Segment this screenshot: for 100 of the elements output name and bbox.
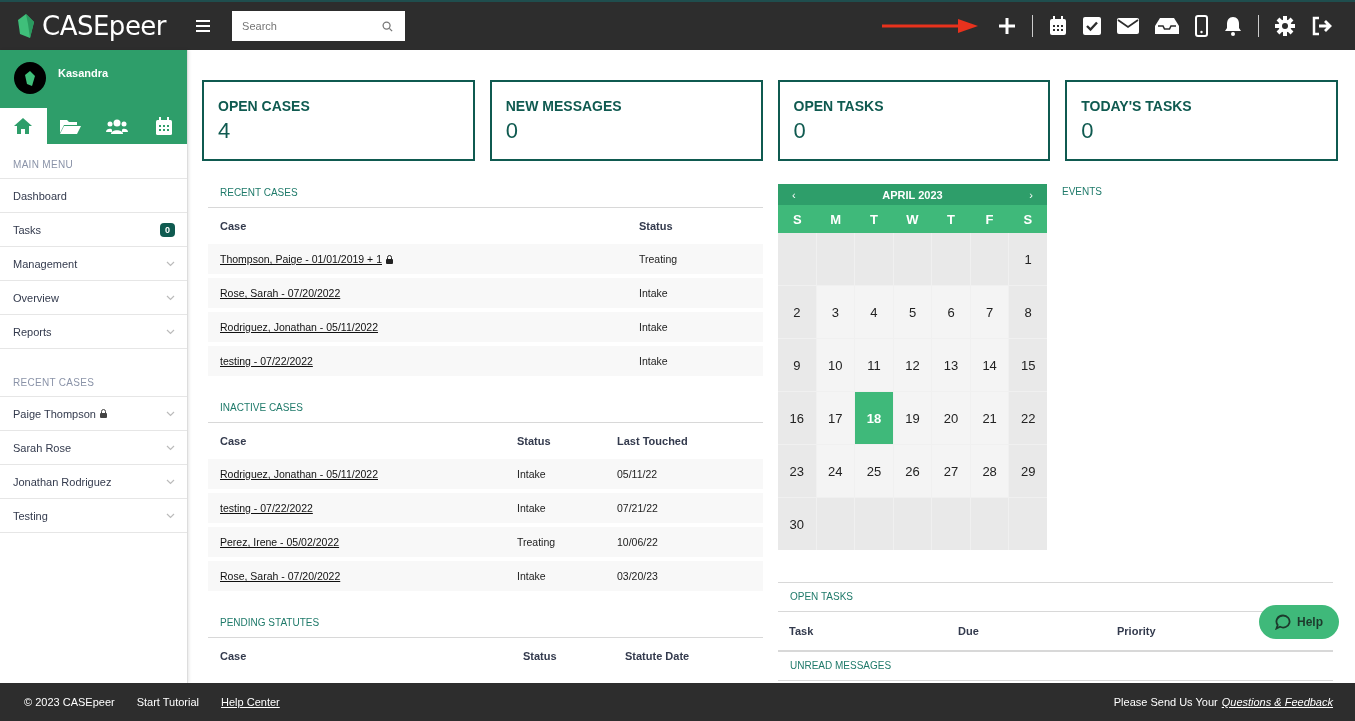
calendar-day[interactable]: 15 xyxy=(1009,339,1047,391)
calendar-day[interactable]: 8 xyxy=(1009,286,1047,338)
calendar-day[interactable]: 23 xyxy=(778,445,816,497)
stat-label: TODAY'S TASKS xyxy=(1081,98,1193,114)
chevron-icon xyxy=(166,294,175,301)
help-center-link[interactable]: Help Center xyxy=(221,696,280,708)
chevron-icon xyxy=(166,410,175,417)
inbox-icon[interactable] xyxy=(1155,18,1179,34)
calendar-day[interactable]: 16 xyxy=(778,392,816,444)
calendar-day[interactable]: 25 xyxy=(855,445,893,497)
case-link[interactable]: testing - 07/22/2022 xyxy=(220,355,313,367)
logo-icon xyxy=(16,12,36,40)
calendar-day[interactable]: 21 xyxy=(970,392,1009,444)
calendar-day[interactable]: 9 xyxy=(778,339,816,391)
case-link[interactable]: Rose, Sarah - 07/20/2022 xyxy=(220,287,341,299)
feedback-link[interactable]: Questions & Feedback xyxy=(1221,696,1333,708)
calendar-day[interactable]: 1 xyxy=(1009,233,1047,285)
weekday-label: S xyxy=(791,211,803,227)
calendar-day[interactable]: 12 xyxy=(893,339,932,391)
phone-icon[interactable] xyxy=(1195,15,1208,37)
table-cell: 10/06/22 xyxy=(617,536,658,548)
calendar-day[interactable]: 10 xyxy=(816,339,855,391)
calendar-day[interactable]: 2 xyxy=(778,286,816,338)
help-button[interactable]: Help xyxy=(1259,605,1339,639)
sidebar-item[interactable]: Reports xyxy=(0,315,187,349)
mail-icon[interactable] xyxy=(1117,18,1139,34)
chevron-icon xyxy=(166,328,175,335)
table-cell: 03/20/23 xyxy=(617,570,658,582)
table-cell: 07/21/22 xyxy=(617,502,658,514)
column-header: Statute Date xyxy=(625,650,691,662)
table-cell: Intake xyxy=(639,287,668,299)
table-cell: Treating xyxy=(517,536,556,548)
sidebar-item[interactable]: Dashboard xyxy=(0,179,187,213)
chevron-icon xyxy=(166,478,175,485)
sidebar-item[interactable]: Jonathan Rodriguez xyxy=(0,465,187,499)
calendar-day[interactable]: 6 xyxy=(932,286,970,338)
weekday-label: T xyxy=(869,211,880,227)
sidebar-item[interactable]: Tasks 0 xyxy=(0,213,187,247)
weekday-label: W xyxy=(905,211,920,227)
search-icon xyxy=(382,21,394,32)
sidebar-item[interactable]: Testing xyxy=(0,499,187,533)
weekday-label: T xyxy=(945,211,956,227)
add-icon[interactable] xyxy=(998,17,1016,35)
case-link[interactable]: Rodriguez, Jonathan - 05/11/2022 xyxy=(220,468,378,480)
calendar-day[interactable]: 7 xyxy=(970,286,1009,338)
weekday-label: S xyxy=(1022,211,1034,227)
stat-value: 0 xyxy=(793,118,807,144)
case-link[interactable]: Perez, Irene - 05/02/2022 xyxy=(220,536,340,548)
chevron-icon xyxy=(166,444,175,451)
case-link[interactable]: Thompson, Paige - 01/01/2019 + 1 xyxy=(220,253,382,265)
calendar-day[interactable]: 4 xyxy=(855,286,893,338)
calendar-day[interactable]: 30 xyxy=(778,498,816,550)
calendar-day[interactable]: 28 xyxy=(970,445,1009,497)
tutorial-link[interactable]: Start Tutorial xyxy=(136,696,200,708)
feedback-text: Please Send Us Your xyxy=(1113,696,1218,708)
calendar-day[interactable]: 14 xyxy=(970,339,1009,391)
calendar-day[interactable]: 11 xyxy=(855,339,893,391)
calendar-day[interactable]: 3 xyxy=(816,286,855,338)
calendar-day[interactable]: 27 xyxy=(932,445,970,497)
table-cell: Intake xyxy=(517,570,546,582)
search-field[interactable]: Search xyxy=(232,11,406,41)
column-header: Status xyxy=(523,650,558,662)
home-icon xyxy=(13,117,34,135)
calendar-day[interactable]: 17 xyxy=(816,392,855,444)
calendar-day[interactable]: 26 xyxy=(893,445,932,497)
case-link[interactable]: Rose, Sarah - 07/20/2022 xyxy=(220,570,341,582)
settings-icon[interactable] xyxy=(1275,16,1295,36)
stat-value: 4 xyxy=(218,118,232,144)
user-name: Kasandra xyxy=(58,67,109,79)
sidebar-item[interactable]: Overview xyxy=(0,281,187,315)
sidebar-item[interactable]: Management xyxy=(0,247,187,281)
table-cell: Intake xyxy=(517,468,546,480)
bell-icon[interactable] xyxy=(1224,16,1242,36)
stat-label: OPEN CASES xyxy=(218,98,311,114)
calendar-day[interactable]: 13 xyxy=(932,339,970,391)
folder-icon xyxy=(59,117,82,135)
checkbox-icon[interactable] xyxy=(1083,17,1101,35)
calendar-day[interactable]: 29 xyxy=(1009,445,1047,497)
weekday-label: M xyxy=(829,211,843,227)
calendar-day[interactable]: 19 xyxy=(893,392,932,444)
column-header: Case xyxy=(220,435,248,447)
column-header: Task xyxy=(789,625,815,637)
home-tab[interactable] xyxy=(0,108,47,144)
case-link[interactable]: Rodriguez, Jonathan - 05/11/2022 xyxy=(220,321,378,333)
calendar-day[interactable]: 24 xyxy=(816,445,855,497)
calendar-day[interactable]: 20 xyxy=(932,392,970,444)
sidebar-item[interactable]: Paige Thompson xyxy=(0,397,187,431)
case-link[interactable]: testing - 07/22/2022 xyxy=(220,502,313,514)
chevron-icon xyxy=(166,260,175,267)
menu-icon[interactable] xyxy=(196,20,211,32)
table-cell: Intake xyxy=(639,355,668,367)
calendar-icon[interactable] xyxy=(1049,16,1067,36)
calendar-day[interactable]: 5 xyxy=(893,286,932,338)
section-title: UNREAD MESSAGES xyxy=(778,652,1333,681)
chevron-icon xyxy=(166,512,175,519)
chat-icon xyxy=(1275,614,1291,630)
section-title: PENDING STATUTES xyxy=(208,609,763,638)
sidebar-item[interactable]: Sarah Rose xyxy=(0,431,187,465)
section-title: RECENT CASES xyxy=(208,179,763,208)
calendar-day[interactable]: 22 xyxy=(1009,392,1047,444)
